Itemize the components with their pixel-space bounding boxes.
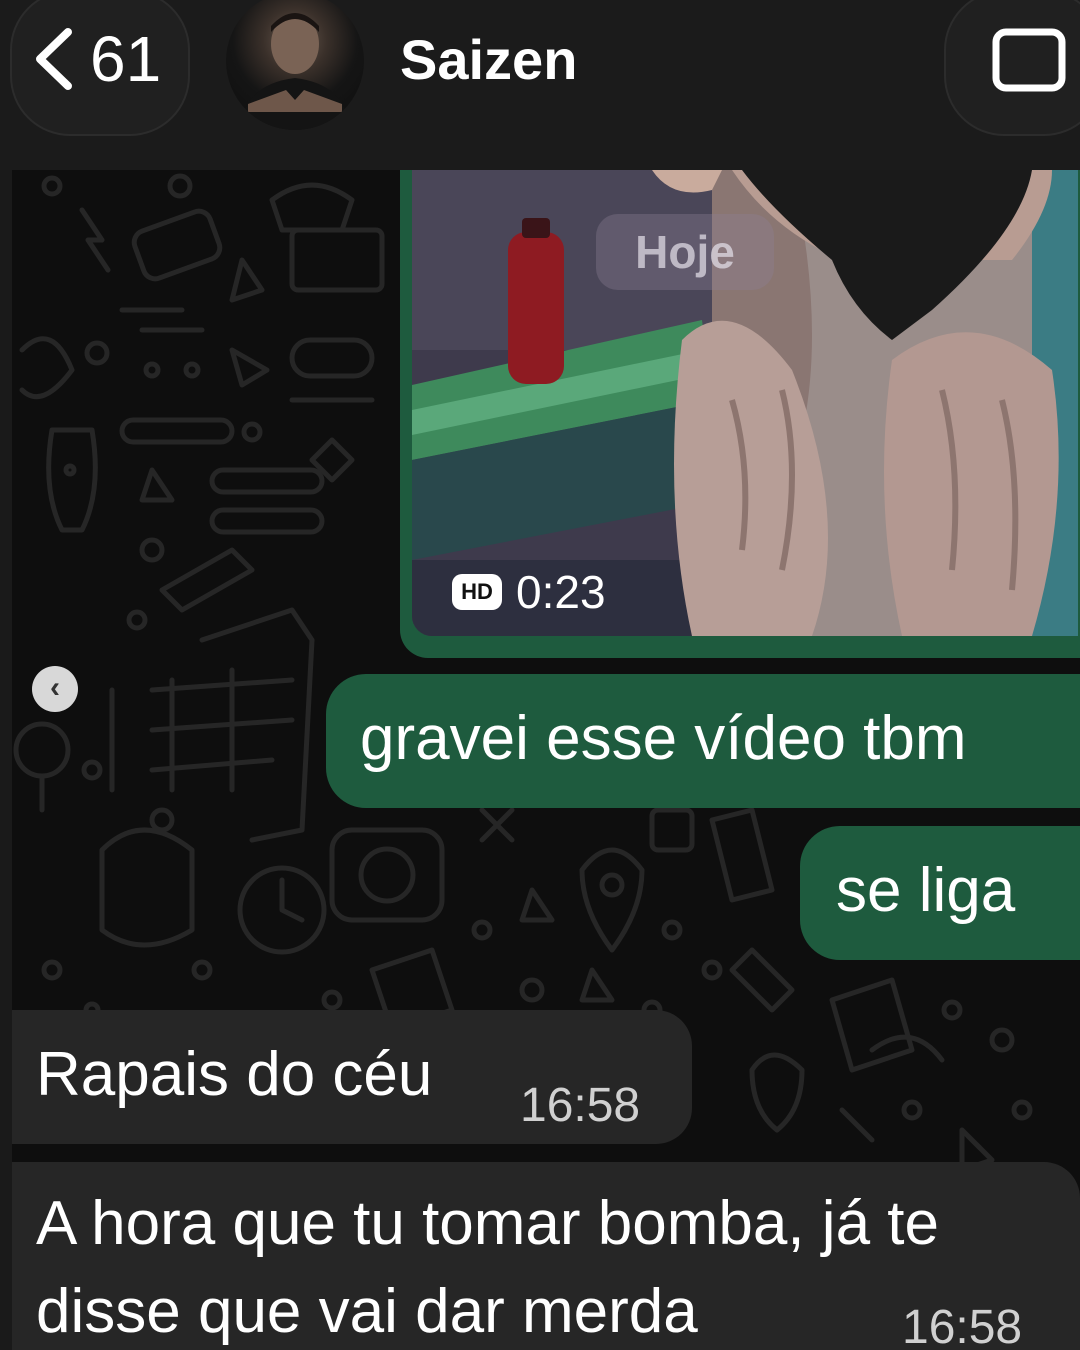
video-thumbnail[interactable]: Hoje HD 0:23 — [412, 170, 1078, 636]
video-call-icon[interactable] — [990, 24, 1080, 96]
chevron-left-icon[interactable]: ‹ — [32, 666, 78, 712]
unread-count[interactable]: 61 — [90, 24, 161, 94]
avatar[interactable] — [226, 0, 364, 130]
outgoing-message[interactable]: gravei esse vídeo tbm — [326, 674, 1080, 808]
message-timestamp: 16:58 — [520, 1079, 641, 1132]
chat-area[interactable]: Hoje HD 0:23 ‹ gravei esse vídeo tbm se … — [12, 170, 1080, 1350]
incoming-message[interactable]: A hora que tu tomar bomba, já te disse q… — [12, 1162, 1080, 1350]
message-text: A hora que tu tomar bomba, já te disse q… — [36, 1189, 939, 1346]
date-chip: Hoje — [596, 214, 774, 290]
chevron-left-icon[interactable] — [30, 24, 80, 94]
contact-name[interactable]: Saizen — [400, 28, 577, 92]
message-timestamp: 16:58 — [902, 1301, 1023, 1350]
video-message[interactable]: Hoje HD 0:23 — [400, 170, 1080, 658]
contact-avatar-icon — [240, 13, 350, 130]
hd-badge: HD — [452, 574, 502, 610]
outgoing-message[interactable]: se liga — [800, 826, 1080, 960]
edge-strip — [0, 0, 12, 1350]
chat-header: 61 Saizen — [0, 0, 1080, 170]
video-duration: 0:23 — [516, 566, 606, 618]
chat-screen: 61 Saizen Hoje HD 0:23 ‹ gravei esse víd… — [0, 0, 1080, 1350]
incoming-message[interactable]: Rapais do céu 16:58 — [12, 1010, 692, 1144]
message-text: Rapais do céu — [36, 1040, 433, 1109]
